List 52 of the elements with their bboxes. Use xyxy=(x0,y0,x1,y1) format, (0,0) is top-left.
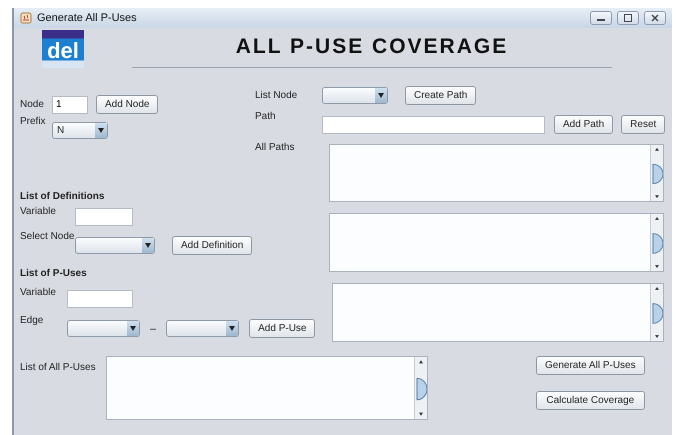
field-label: Node xyxy=(20,99,45,110)
dropdown-arrow-icon xyxy=(98,128,104,133)
dropdown-arrow-icon xyxy=(130,326,136,331)
scrollbar[interactable] xyxy=(650,145,663,201)
field-label: List of All P-Uses xyxy=(20,362,97,375)
section-heading: List of P-Uses xyxy=(20,268,88,279)
field-label: Variable xyxy=(20,206,57,217)
add-definition-button[interactable]: Add Definition xyxy=(172,236,252,255)
variable-field[interactable] xyxy=(67,290,133,308)
field-label: Edge xyxy=(20,315,44,326)
action-button[interactable]: Calculate Coverage xyxy=(536,391,645,410)
reset-button[interactable]: Reset xyxy=(621,115,666,134)
text-area[interactable] xyxy=(329,144,664,202)
create-path-button[interactable]: Create Path xyxy=(405,86,476,105)
scrollbar[interactable] xyxy=(414,357,427,419)
field-label: All Paths xyxy=(255,142,296,153)
separator-dash: – xyxy=(150,322,156,334)
logo: del xyxy=(42,30,84,68)
text-area[interactable] xyxy=(329,213,664,272)
dropdown[interactable] xyxy=(322,87,388,104)
app-icon xyxy=(20,12,32,24)
field-label: Path xyxy=(255,111,277,122)
field-label: Select Node xyxy=(20,231,75,242)
minimize-button[interactable] xyxy=(590,11,612,25)
maximize-button[interactable] xyxy=(617,11,639,25)
text-area[interactable] xyxy=(332,283,664,342)
path-field[interactable] xyxy=(322,116,545,134)
page-heading: ALL P-USE COVERAGE xyxy=(236,35,508,59)
action-button[interactable]: Generate All P-Uses xyxy=(536,356,645,375)
scrollbar[interactable] xyxy=(650,214,663,271)
maximize-icon xyxy=(624,14,632,22)
field-label: Variable xyxy=(20,287,57,298)
scrollbar[interactable] xyxy=(650,284,663,341)
field-label: List Node xyxy=(255,90,298,101)
add-path-button[interactable]: Add Path xyxy=(554,115,614,134)
close-icon xyxy=(651,14,659,22)
add-node-button[interactable]: Add Node xyxy=(96,95,158,114)
field-label: Prefix xyxy=(20,116,47,127)
dropdown-arrow-icon xyxy=(145,243,151,248)
dropdown[interactable] xyxy=(75,237,155,254)
section-heading: List of Definitions xyxy=(20,191,106,202)
node-field[interactable]: 1 xyxy=(52,96,88,114)
text-area[interactable] xyxy=(106,356,428,420)
dropdown[interactable]: N xyxy=(52,122,108,139)
dropdown[interactable] xyxy=(67,320,140,337)
close-button[interactable] xyxy=(644,11,666,25)
variable-field[interactable] xyxy=(75,208,133,226)
dropdown-arrow-icon xyxy=(378,93,384,98)
window-title: Generate All P-Uses xyxy=(37,12,138,24)
add-p-use-button[interactable]: Add P-Use xyxy=(249,319,316,338)
dropdown-arrow-icon xyxy=(229,326,236,331)
dropdown[interactable] xyxy=(166,320,240,337)
